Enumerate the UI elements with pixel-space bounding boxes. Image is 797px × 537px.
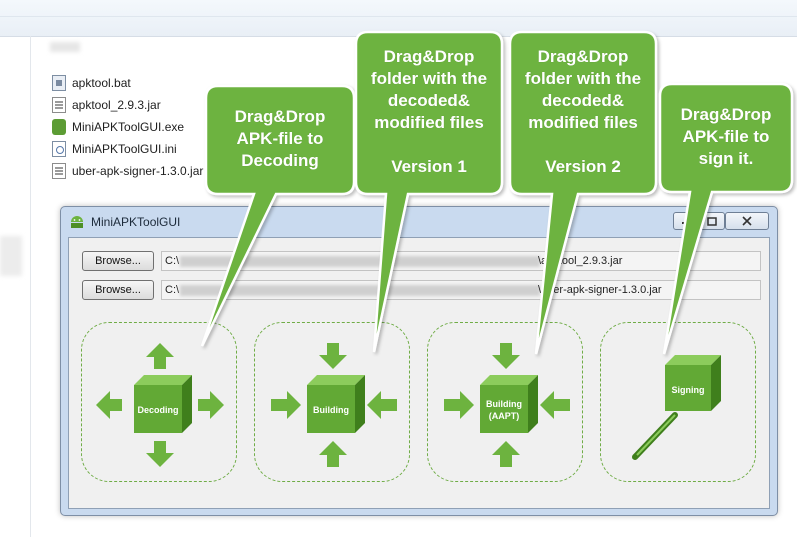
- close-icon: [742, 216, 752, 226]
- decoding-graphic: Decoding: [96, 343, 224, 467]
- file-name: apktool.bat: [72, 76, 131, 90]
- signing-drop-zone[interactable]: Signing: [600, 322, 756, 482]
- arrow-down-icon: [146, 441, 174, 467]
- pen-icon: [632, 412, 678, 460]
- arrow-up-icon: [146, 343, 174, 369]
- callout-decoding: Drag&Drop APK-file to Decoding: [206, 106, 354, 172]
- building-label: Building: [313, 405, 349, 415]
- blurred-header: [50, 42, 80, 52]
- path-drive: C:\: [165, 255, 180, 267]
- app-window: MiniAPKToolGUI Browse... C:\ \apktool_2.…: [60, 206, 778, 516]
- jar-file-icon: [52, 97, 66, 113]
- apktool-path-field[interactable]: C:\ \apktool_2.9.3.jar: [161, 251, 761, 271]
- minimize-icon: [682, 222, 690, 224]
- callout-line: Drag&Drop: [537, 47, 629, 66]
- window-title: MiniAPKToolGUI: [91, 215, 181, 229]
- signing-graphic: Signing: [632, 355, 721, 460]
- exe-file-icon: [52, 119, 66, 135]
- signing-label: Signing: [672, 385, 705, 395]
- maximize-button[interactable]: [699, 212, 725, 230]
- callout-line: Version 2: [545, 157, 621, 176]
- decoding-cube-icon: [134, 375, 192, 433]
- callout-line: APK-file to: [682, 127, 770, 146]
- path-tail: \uber-apk-signer-1.3.0.jar: [538, 284, 662, 296]
- building-aapt-label-line2: (AAPT): [489, 411, 520, 421]
- blurred-sidebar: [0, 236, 22, 276]
- arrow-up-icon: [492, 441, 520, 467]
- explorer-pane-divider: [30, 36, 31, 537]
- bat-file-icon: [52, 75, 66, 91]
- callout-line: decoded&: [541, 91, 625, 110]
- signing-cube-icon: [665, 355, 721, 411]
- callout-line: decoded&: [387, 91, 471, 110]
- callout-line: modified files: [528, 113, 638, 132]
- close-button[interactable]: [725, 212, 769, 230]
- callout-line: Drag&Drop: [383, 47, 475, 66]
- building-aapt-graphic: Building (AAPT): [444, 343, 570, 467]
- callout-line: Decoding: [241, 151, 319, 170]
- callout-version1: Drag&Drop folder with the decoded& modif…: [356, 46, 502, 178]
- file-name: apktool_2.9.3.jar: [72, 98, 161, 112]
- file-item[interactable]: apktool.bat: [52, 72, 203, 94]
- file-item[interactable]: MiniAPKToolGUI.exe: [52, 116, 203, 138]
- window-client-area: Browse... C:\ \apktool_2.9.3.jar Browse.…: [68, 237, 770, 509]
- callout-line: Drag&Drop: [680, 105, 772, 124]
- callout-line: folder with the: [524, 69, 642, 88]
- arrow-right-icon: [198, 391, 224, 419]
- signer-path-field[interactable]: C:\ \uber-apk-signer-1.3.0.jar: [161, 280, 761, 300]
- building-cube-icon: [307, 375, 365, 433]
- file-name: uber-apk-signer-1.3.0.jar: [72, 164, 204, 178]
- building-aapt-drop-zone[interactable]: Building (AAPT): [427, 322, 583, 482]
- path-drive: C:\: [165, 284, 180, 296]
- file-item[interactable]: MiniAPKToolGUI.ini: [52, 138, 203, 160]
- path-tail: \apktool_2.9.3.jar: [538, 255, 623, 267]
- arrow-right-icon: [444, 391, 474, 419]
- file-name: MiniAPKToolGUI.exe: [72, 120, 185, 134]
- arrow-down-icon: [319, 343, 347, 369]
- maximize-icon: [707, 216, 717, 226]
- browse-signer-button[interactable]: Browse...: [82, 280, 154, 300]
- callout-version2: Drag&Drop folder with the decoded& modif…: [510, 46, 656, 178]
- jar-file-icon: [52, 163, 66, 179]
- minimize-button[interactable]: [673, 212, 699, 230]
- callout-line: Version 1: [391, 157, 467, 176]
- decoding-label: Decoding: [137, 405, 178, 415]
- arrow-down-icon: [492, 343, 520, 369]
- browse-apktool-button[interactable]: Browse...: [82, 251, 154, 271]
- building-drop-zone[interactable]: Building: [254, 322, 410, 482]
- file-name: MiniAPKToolGUI.ini: [72, 142, 177, 156]
- callout-signing: Drag&Drop APK-file to sign it.: [660, 104, 792, 170]
- file-list: apktool.bat apktool_2.9.3.jar MiniAPKToo…: [52, 72, 203, 182]
- arrow-left-icon: [367, 391, 397, 419]
- callout-line: Drag&Drop: [234, 107, 326, 126]
- explorer-toolbar: [0, 0, 797, 37]
- decoding-drop-zone[interactable]: Decoding: [81, 322, 237, 482]
- building-graphic: Building: [271, 343, 397, 467]
- callout-line: modified files: [374, 113, 484, 132]
- arrow-left-icon: [540, 391, 570, 419]
- callout-line: APK-file to: [236, 129, 324, 148]
- arrow-left-icon: [96, 391, 122, 419]
- masked-path: [180, 256, 540, 267]
- building-aapt-label-line1: Building: [486, 399, 522, 409]
- arrow-right-icon: [271, 391, 301, 419]
- masked-path: [180, 285, 540, 296]
- file-item[interactable]: uber-apk-signer-1.3.0.jar: [52, 160, 203, 182]
- file-item[interactable]: apktool_2.9.3.jar: [52, 94, 203, 116]
- android-app-icon: [71, 216, 83, 228]
- callout-line: sign it.: [698, 149, 754, 168]
- title-bar[interactable]: MiniAPKToolGUI: [61, 207, 777, 237]
- ini-file-icon: [52, 141, 66, 157]
- callout-line: folder with the: [370, 69, 488, 88]
- arrow-up-icon: [319, 441, 347, 467]
